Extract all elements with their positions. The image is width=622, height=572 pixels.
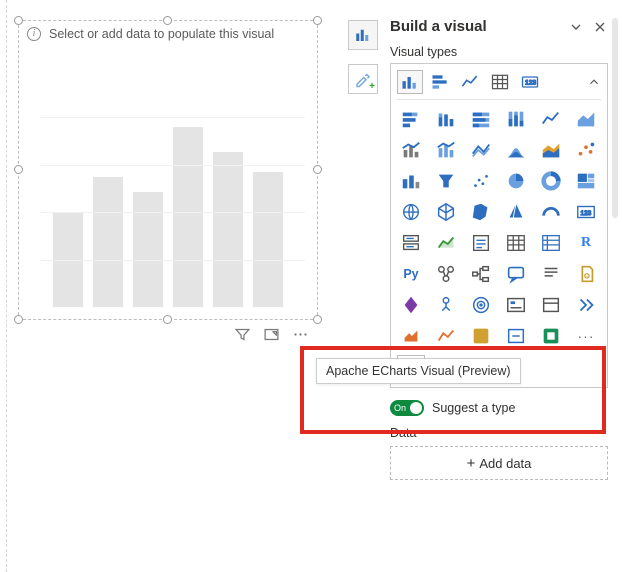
viz-r-visual[interactable]: R — [572, 230, 600, 256]
viz-card[interactable]: 123 — [517, 70, 543, 94]
viz-clustered-bar-chart[interactable] — [427, 70, 453, 94]
viz-smart-narrative[interactable] — [537, 261, 565, 287]
viz-clustered-column-chart[interactable] — [397, 70, 423, 94]
toggle-on-label: On — [394, 403, 406, 413]
visualizations-panel: Build a visual Visual types — [390, 18, 608, 480]
plus-icon: + — [467, 455, 476, 472]
viz-card-123[interactable]: 123 — [572, 199, 600, 225]
info-icon: i — [27, 27, 41, 41]
format-visual-mode-button[interactable]: + — [348, 64, 378, 94]
tooltip: Apache ECharts Visual (Preview) — [316, 358, 521, 384]
viz-matrix[interactable] — [537, 230, 565, 256]
panel-title: Build a visual — [390, 18, 487, 35]
viz-table-2[interactable] — [502, 230, 530, 256]
viz-stacked-bar-chart[interactable] — [397, 106, 425, 132]
svg-text:123: 123 — [525, 80, 536, 87]
viz-custom-e[interactable] — [502, 323, 530, 349]
viz-kpi[interactable] — [432, 230, 460, 256]
resize-handle[interactable] — [313, 165, 322, 174]
viz-azure-map[interactable] — [502, 199, 530, 225]
viz-multi-row-card[interactable] — [397, 230, 425, 256]
visual-placeholder[interactable]: i Select or add data to populate this vi… — [18, 20, 318, 320]
viz-line-chart-2[interactable] — [537, 106, 565, 132]
viz-shape-map[interactable] — [467, 199, 495, 225]
viz-table[interactable] — [487, 70, 513, 94]
resize-handle[interactable] — [14, 165, 23, 174]
resize-handle[interactable] — [163, 315, 172, 324]
viz-100-stacked-bar[interactable] — [467, 106, 495, 132]
viz-waterfall-chart[interactable] — [502, 137, 530, 163]
tooltip-text: Apache ECharts Visual (Preview) — [326, 364, 511, 378]
viz-funnel[interactable] — [432, 168, 460, 194]
viz-slicer[interactable] — [467, 230, 495, 256]
build-visual-mode-button[interactable] — [348, 20, 378, 50]
viz-custom-c[interactable] — [432, 323, 460, 349]
resize-handle[interactable] — [14, 315, 23, 324]
collapse-icon[interactable] — [568, 19, 584, 35]
resize-handle[interactable] — [163, 16, 172, 25]
resize-handle[interactable] — [14, 16, 23, 25]
viz-ribbon-chart[interactable] — [467, 137, 495, 163]
svg-text:123: 123 — [581, 210, 592, 217]
viz-python-visual[interactable]: Py — [397, 261, 425, 287]
viz-custom-b[interactable] — [397, 323, 425, 349]
close-icon[interactable] — [592, 19, 608, 35]
viz-app-source[interactable] — [537, 323, 565, 349]
viz-area-chart[interactable] — [572, 106, 600, 132]
viz-power-automate[interactable] — [432, 292, 460, 318]
more-visuals-button[interactable]: ··· — [572, 323, 600, 349]
viz-gauge[interactable] — [537, 199, 565, 225]
viz-decomposition-tree[interactable] — [467, 261, 495, 287]
add-data-button[interactable]: + Add data — [390, 446, 608, 480]
viz-filled-map[interactable] — [432, 199, 460, 225]
add-data-label: Add data — [479, 456, 531, 471]
viz-scorecard[interactable] — [467, 292, 495, 318]
plus-badge-icon: + — [369, 81, 375, 92]
placeholder-text: Select or add data to populate this visu… — [49, 27, 274, 41]
viz-qna[interactable] — [502, 261, 530, 287]
viz-scatter[interactable] — [467, 168, 495, 194]
chevron-up-icon[interactable] — [587, 75, 601, 89]
viz-stacked-column-chart[interactable] — [432, 106, 460, 132]
viz-100-stacked-column[interactable] — [502, 106, 530, 132]
viz-paginated[interactable] — [572, 261, 600, 287]
scrollbar[interactable] — [612, 18, 618, 562]
viz-custom-a[interactable] — [537, 292, 565, 318]
viz-line-column[interactable] — [397, 137, 425, 163]
viz-treemap[interactable] — [572, 168, 600, 194]
visual-types-label: Visual types — [390, 45, 608, 59]
viz-line-chart[interactable] — [457, 70, 483, 94]
suggest-type-label: Suggest a type — [432, 401, 515, 415]
visual-type-picker: 123 — [390, 63, 608, 388]
resize-handle[interactable] — [313, 315, 322, 324]
resize-handle[interactable] — [313, 16, 322, 25]
viz-double-arrow[interactable] — [572, 292, 600, 318]
viz-pie-chart[interactable] — [502, 168, 530, 194]
viz-line-stacked-column[interactable] — [432, 137, 460, 163]
more-icon[interactable] — [292, 326, 309, 343]
viz-map[interactable] — [397, 199, 425, 225]
viz-scatter-chart[interactable] — [572, 137, 600, 163]
filter-icon[interactable] — [234, 326, 251, 343]
viz-donut-chart[interactable] — [537, 168, 565, 194]
viz-key-influencers[interactable] — [432, 261, 460, 287]
viz-stacked-area[interactable] — [537, 137, 565, 163]
ghost-chart — [53, 117, 293, 307]
data-section-label: Data — [390, 426, 608, 440]
viz-column-sm[interactable] — [397, 168, 425, 194]
viz-metrics[interactable] — [502, 292, 530, 318]
suggest-type-toggle[interactable]: On — [390, 400, 424, 416]
focus-mode-icon[interactable] — [263, 326, 280, 343]
viz-power-apps[interactable] — [397, 292, 425, 318]
viz-custom-d[interactable] — [467, 323, 495, 349]
